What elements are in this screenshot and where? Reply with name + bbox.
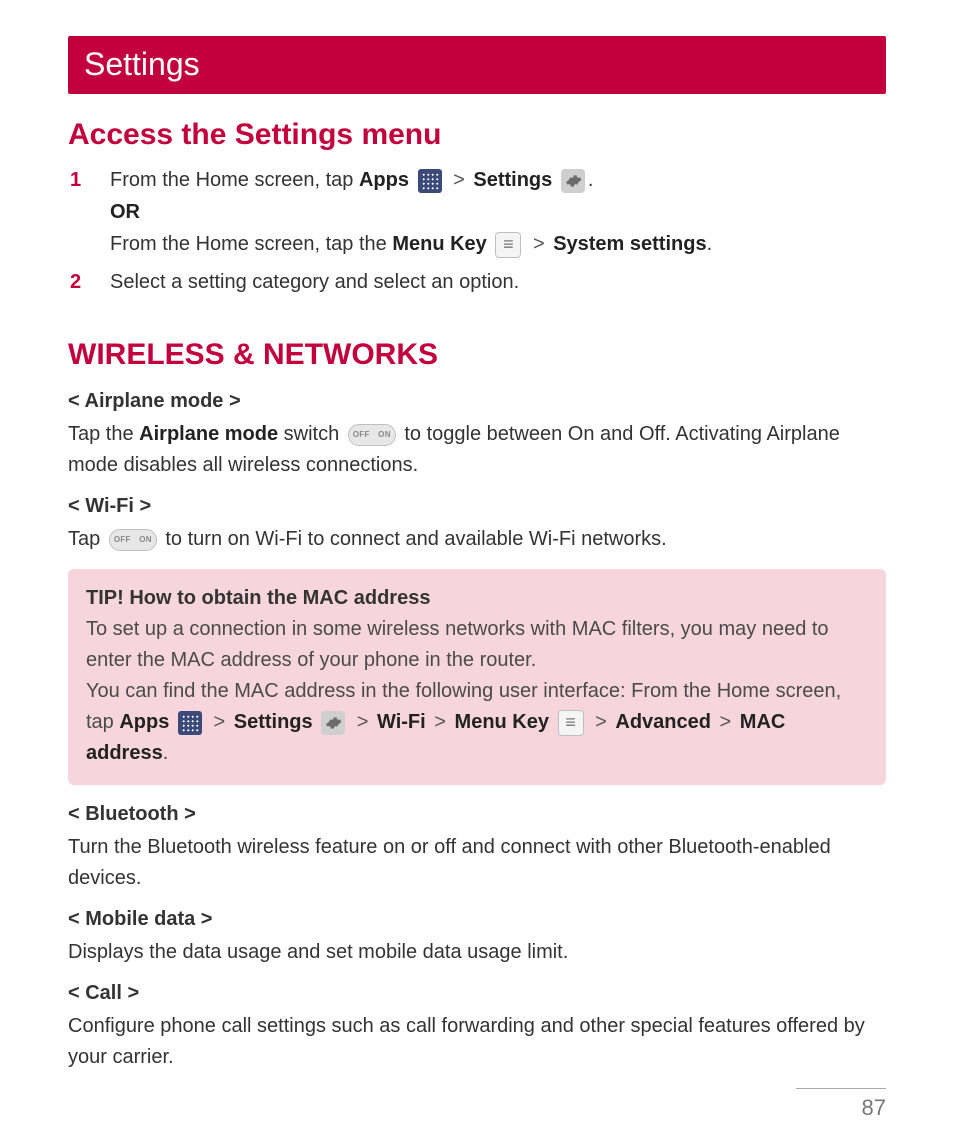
page-number: 87 — [796, 1088, 886, 1121]
tip-menukey: Menu Key — [455, 711, 549, 733]
menu-key-label: Menu Key — [392, 233, 486, 255]
settings-icon — [561, 169, 585, 193]
or-label: OR — [110, 196, 886, 228]
separator: > — [210, 711, 233, 733]
toggle-off-text: OFF — [114, 534, 131, 546]
tip-line2: You can find the MAC address in the foll… — [86, 676, 868, 769]
airplane-mode-title: < Airplane mode > — [68, 390, 886, 413]
tip-settings: Settings — [234, 711, 313, 733]
access-settings-heading: Access the Settings menu — [68, 118, 886, 152]
bluetooth-title: < Bluetooth > — [68, 803, 886, 826]
tip-tail: . — [163, 742, 169, 764]
step-2: Select a setting category and select an … — [68, 266, 886, 298]
wifi-pre: Tap — [68, 528, 106, 550]
airplane-pre: Tap the — [68, 423, 139, 445]
tip-box: TIP! How to obtain the MAC address To se… — [68, 569, 886, 785]
wifi-desc: Tap OFF ON to turn on Wi-Fi to connect a… — [68, 524, 886, 555]
apps-label: Apps — [359, 169, 409, 191]
tip-apps: Apps — [119, 711, 169, 733]
mobile-data-desc: Displays the data usage and set mobile d… — [68, 937, 886, 968]
airplane-mid: switch — [278, 423, 345, 445]
bluetooth-desc: Turn the Bluetooth wireless feature on o… — [68, 832, 886, 894]
separator: > — [431, 711, 454, 733]
separator: > — [592, 711, 615, 733]
gear-svg — [564, 172, 582, 190]
wifi-title: < Wi-Fi > — [68, 495, 886, 518]
step-1: From the Home screen, tap Apps > Setting… — [68, 164, 886, 260]
access-steps-list: From the Home screen, tap Apps > Setting… — [68, 164, 886, 298]
separator: > — [530, 233, 553, 255]
step1-text-b: From the Home screen, tap the — [110, 233, 392, 255]
gear-svg — [324, 714, 342, 732]
menu-key-icon — [495, 232, 521, 258]
step1-text-a: From the Home screen, tap — [110, 169, 359, 191]
toggle-off-text: OFF — [353, 429, 370, 441]
settings-icon — [321, 711, 345, 735]
settings-label: Settings — [473, 169, 552, 191]
separator: > — [354, 711, 377, 733]
menu-key-icon — [558, 710, 584, 736]
separator: > — [450, 169, 473, 191]
mobile-data-title: < Mobile data > — [68, 908, 886, 931]
manual-page: Settings Access the Settings menu From t… — [0, 0, 954, 1145]
separator: > — [717, 711, 740, 733]
wifi-post: to turn on Wi-Fi to connect and availabl… — [165, 528, 666, 550]
call-desc: Configure phone call settings such as ca… — [68, 1011, 886, 1073]
step1-tail: . — [588, 169, 594, 191]
airplane-bold: Airplane mode — [139, 423, 278, 445]
page-title: Settings — [84, 46, 200, 82]
tip-title: TIP! How to obtain the MAC address — [86, 583, 868, 614]
step2-text: Select a setting category and select an … — [110, 271, 519, 293]
tip-advanced: Advanced — [615, 711, 711, 733]
apps-icon — [178, 711, 202, 735]
toggle-switch-icon: OFF ON — [348, 424, 396, 446]
airplane-mode-desc: Tap the Airplane mode switch OFF ON to t… — [68, 419, 886, 481]
apps-icon — [418, 169, 442, 193]
wireless-heading: WIRELESS & NETWORKS — [68, 338, 886, 372]
page-title-bar: Settings — [68, 36, 886, 94]
tip-wifi: Wi-Fi — [377, 711, 426, 733]
step1-tail2: . — [707, 233, 713, 255]
toggle-on-text: ON — [378, 429, 391, 441]
system-settings-label: System settings — [553, 233, 706, 255]
toggle-switch-icon: OFF ON — [109, 529, 157, 551]
toggle-on-text: ON — [139, 534, 152, 546]
call-title: < Call > — [68, 982, 886, 1005]
or-text: OR — [110, 201, 140, 223]
tip-line1: To set up a connection in some wireless … — [86, 614, 868, 676]
